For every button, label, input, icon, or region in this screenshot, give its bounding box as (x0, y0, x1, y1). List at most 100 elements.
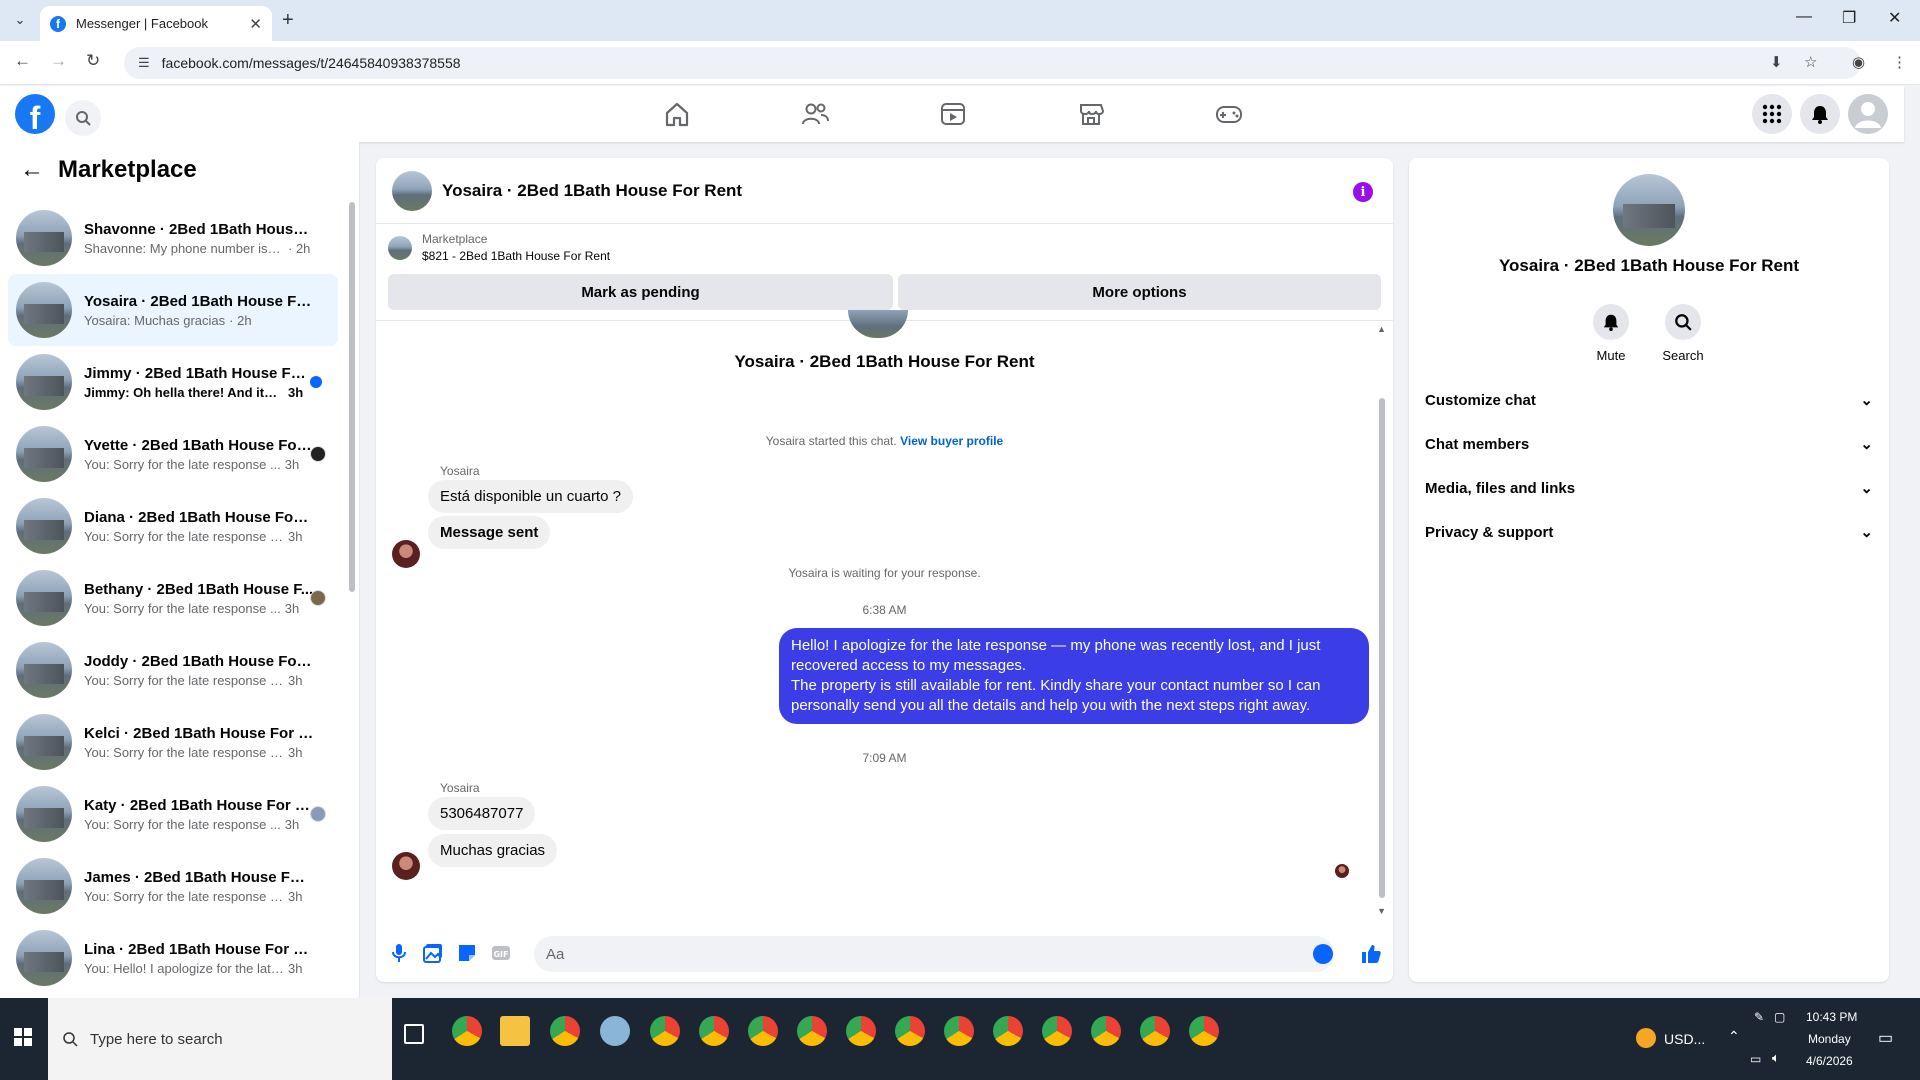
incoming-message[interactable]: Message sent (428, 516, 551, 549)
outgoing-message[interactable]: Hello! I apologize for the late response… (779, 628, 1369, 724)
sidebar-scrollbar[interactable] (349, 202, 355, 592)
info-icon[interactable]: i (1353, 182, 1373, 202)
more-options-button[interactable]: More options (898, 274, 1381, 310)
gif-icon[interactable]: GIF (490, 942, 512, 964)
chrome-profile-icon[interactable] (1140, 1016, 1170, 1046)
emoji-icon[interactable] (1313, 944, 1333, 964)
sender-avatar[interactable] (392, 852, 420, 880)
conversation-item-diana[interactable]: Diana · 2Bed 1Bath House For R... You: S… (8, 490, 338, 562)
listing-info[interactable]: Marketplace $821 - 2Bed 1Bath House For … (388, 232, 610, 263)
windows-start-icon[interactable] (14, 1028, 32, 1046)
conversation-item-yvette[interactable]: Yvette · 2Bed 1Bath House For... You: So… (8, 418, 338, 490)
privacy-support-section[interactable]: Privacy & support ⌄ (1425, 510, 1873, 554)
chrome-profile-icon[interactable] (846, 1016, 876, 1046)
browser-menu-icon[interactable]: ⋮ (1892, 53, 1907, 71)
network-icon[interactable]: ▭ (1750, 1052, 1761, 1066)
scroll-up-icon[interactable]: ▲ (1377, 324, 1386, 334)
profile-icon[interactable]: ◉ (1852, 53, 1865, 71)
pen-icon[interactable]: ✎ (1754, 1010, 1764, 1024)
currency-widget-icon[interactable] (1636, 1028, 1656, 1048)
back-icon[interactable]: ← (14, 51, 31, 71)
back-arrow-icon[interactable]: ← (20, 156, 44, 184)
close-window-icon[interactable]: ✕ (1888, 8, 1901, 28)
conversation-item-lina[interactable]: Lina · 2Bed 1Bath House For Rent You: He… (8, 922, 338, 994)
forward-icon[interactable]: → (50, 51, 67, 71)
search-in-chat-button[interactable]: Search (1653, 304, 1713, 363)
media-files-links-section[interactable]: Media, files and links ⌄ (1425, 466, 1873, 510)
incoming-message[interactable]: Muchas gracias (428, 834, 558, 867)
photo-icon[interactable] (422, 942, 444, 964)
new-tab-icon[interactable]: + (282, 9, 294, 32)
site-info-icon[interactable]: ☰ (138, 55, 150, 71)
app-icon[interactable] (600, 1016, 630, 1046)
message-input[interactable]: Aa (534, 936, 1334, 972)
tab-search-dropdown-icon[interactable]: ⌄ (8, 8, 32, 32)
conversation-item-yosaira[interactable]: Yosaira · 2Bed 1Bath House For ... Yosai… (8, 274, 338, 346)
sticker-icon[interactable] (456, 942, 478, 964)
conversation-item-shavonne[interactable]: Shavonne · 2Bed 1Bath House F... Shavonn… (8, 202, 338, 274)
chrome-profile-icon[interactable] (993, 1016, 1023, 1046)
taskbar-search-box[interactable]: Type here to search (48, 998, 392, 1080)
conversation-item-bethany[interactable]: Bethany · 2Bed 1Bath House F... You: Sor… (8, 562, 338, 634)
facebook-logo-icon[interactable]: f (15, 94, 55, 134)
scroll-down-icon[interactable]: ▼ (1377, 906, 1386, 916)
conversation-item-kelci[interactable]: Kelci · 2Bed 1Bath House For Rent You: S… (8, 706, 338, 778)
mute-button[interactable]: Mute (1581, 304, 1641, 363)
install-app-icon[interactable]: ⬇ (1770, 53, 1783, 71)
conversation-item-katy[interactable]: Katy · 2Bed 1Bath House For R... You: So… (8, 778, 338, 850)
close-tab-icon[interactable]: ✕ (249, 15, 262, 33)
mark-as-pending-button[interactable]: Mark as pending (388, 274, 893, 310)
view-buyer-profile-link[interactable]: View buyer profile (900, 434, 1003, 448)
incoming-message[interactable]: Está disponible un cuarto ? (428, 480, 633, 513)
minimize-icon[interactable]: — (1796, 8, 1812, 26)
chat-header-name[interactable]: Yosaira · 2Bed 1Bath House For Rent (442, 181, 742, 201)
customize-chat-section[interactable]: Customize chat ⌄ (1425, 378, 1873, 422)
account-avatar[interactable] (1848, 94, 1888, 134)
gaming-icon[interactable] (1214, 99, 1244, 129)
tray-overflow-icon[interactable]: ⌃ (1728, 1028, 1740, 1045)
clock-date[interactable]: 4/6/2026 (1806, 1054, 1853, 1068)
video-icon[interactable] (938, 99, 968, 129)
sender-avatar[interactable] (392, 540, 420, 568)
file-explorer-icon[interactable] (500, 1016, 530, 1046)
bookmark-star-icon[interactable]: ☆ (1804, 53, 1817, 71)
chat-members-section[interactable]: Chat members ⌄ (1425, 422, 1873, 466)
clock-time[interactable]: 10:43 PM (1806, 1010, 1857, 1024)
friends-icon[interactable] (800, 99, 830, 129)
conversation-item-james[interactable]: James · 2Bed 1Bath House For R... You: S… (8, 850, 338, 922)
chrome-icon[interactable] (452, 1016, 482, 1046)
chrome-profile-icon[interactable] (550, 1016, 580, 1046)
info-avatar[interactable] (1613, 174, 1685, 246)
notification-center-icon[interactable]: ▭ (1878, 1028, 1893, 1048)
marketplace-icon[interactable] (1076, 99, 1106, 129)
chrome-profile-icon[interactable] (699, 1016, 729, 1046)
chrome-profile-icon[interactable] (797, 1016, 827, 1046)
meet-icon[interactable]: ▢ (1774, 1010, 1785, 1024)
browser-tab[interactable]: f Messenger | Facebook ✕ (40, 6, 272, 41)
conversation-item-joddy[interactable]: Joddy · 2Bed 1Bath House For R... You: S… (8, 634, 338, 706)
chrome-profile-icon[interactable] (944, 1016, 974, 1046)
reload-icon[interactable]: ↻ (86, 51, 100, 71)
restore-icon[interactable]: ❐ (1842, 8, 1856, 28)
chat-scrollbar[interactable] (1379, 398, 1385, 898)
chrome-profile-icon[interactable] (650, 1016, 680, 1046)
incoming-message[interactable]: 5306487077 (428, 797, 536, 830)
volume-icon[interactable]: 🔈︎ (1772, 1050, 1780, 1066)
currency-widget-label[interactable]: USD... (1664, 1031, 1705, 1047)
chrome-profile-icon[interactable] (748, 1016, 778, 1046)
like-thumb-icon[interactable] (1359, 942, 1381, 964)
chat-header-avatar[interactable] (392, 170, 432, 211)
chrome-profile-icon[interactable] (1042, 1016, 1072, 1046)
search-icon[interactable] (65, 100, 101, 136)
home-icon[interactable] (662, 99, 692, 129)
conversation-item-jimmy[interactable]: Jimmy · 2Bed 1Bath House For... Jimmy: O… (8, 346, 338, 418)
url-bar[interactable]: ☰ facebook.com/messages/t/24645840938378… (124, 47, 1861, 79)
task-view-icon[interactable] (404, 1024, 424, 1044)
chrome-profile-icon[interactable] (895, 1016, 925, 1046)
chrome-profile-icon[interactable] (1091, 1016, 1121, 1046)
clock-day[interactable]: Monday (1808, 1032, 1851, 1046)
menu-grid-icon[interactable] (1752, 94, 1792, 134)
microphone-icon[interactable] (388, 942, 410, 964)
chrome-profile-icon[interactable] (1189, 1016, 1219, 1046)
notifications-bell-icon[interactable] (1800, 94, 1840, 134)
